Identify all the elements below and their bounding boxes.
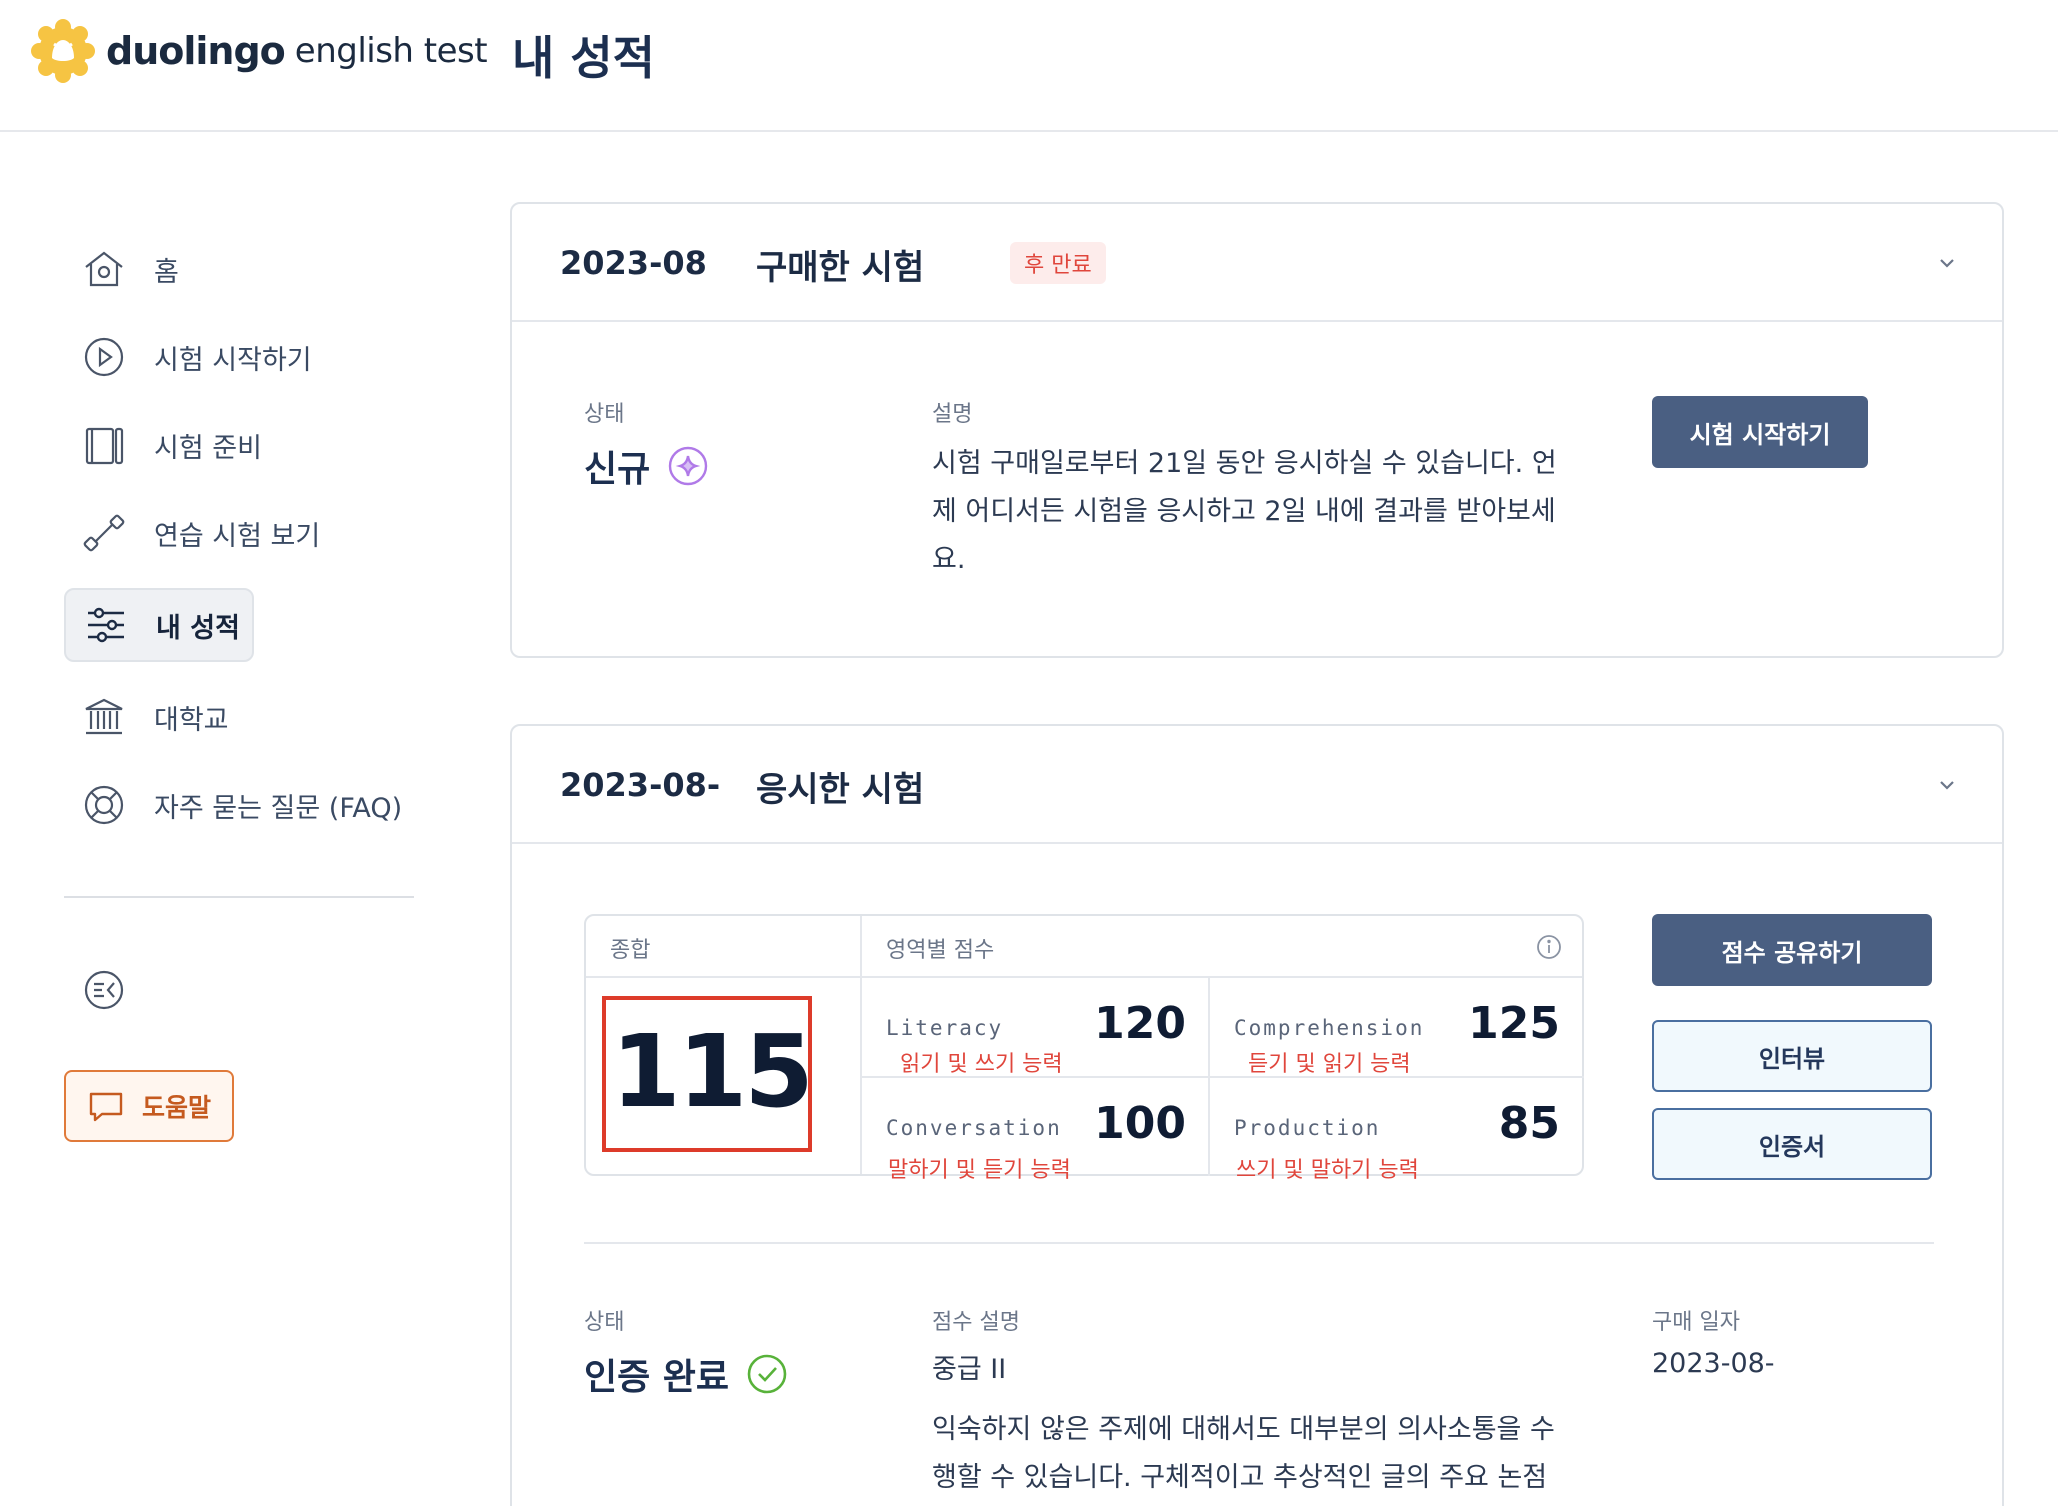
subscores-header: 영역별 점수 xyxy=(886,938,995,963)
status-value: 신규 xyxy=(584,440,710,492)
subscore-name: Comprehension xyxy=(1234,1016,1425,1040)
chevron-down-icon[interactable] xyxy=(1936,774,1958,796)
book-icon xyxy=(85,427,124,465)
divider xyxy=(860,916,862,1174)
subscore-value: 100 xyxy=(1094,1098,1186,1149)
subscore-name: Production xyxy=(1234,1116,1381,1140)
sparkle-icon xyxy=(669,446,708,486)
purchase-date-label: 구매 일자 xyxy=(1652,1310,1740,1335)
overall-score: 115 xyxy=(611,1013,814,1130)
score-level: 중급 II xyxy=(932,1354,1007,1385)
description-line: 시험 구매일로부터 21일 동안 응시하실 수 있습니다. 언 xyxy=(932,448,1557,479)
subscore-annotation: 읽기 및 쓰기 능력 xyxy=(900,1052,1063,1077)
help-button[interactable]: 도움말 xyxy=(64,1070,234,1142)
description-line: 익숙하지 않은 주제에 대해서도 대부분의 의사소통을 수 xyxy=(932,1414,1555,1445)
score-table: 종합 영역별 점수 115 Literacy 120 읽기 및 쓰기 능력 Co… xyxy=(584,914,1584,1183)
share-score-button[interactable]: 점수 공유하기 xyxy=(1652,914,1932,986)
subscore-annotation: 쓰기 및 말하기 능력 xyxy=(1236,1158,1419,1183)
status-label: 상태 xyxy=(584,1310,625,1335)
score-description-text: 익숙하지 않은 주제에 대해서도 대부분의 의사소통을 수 행할 수 있습니다.… xyxy=(932,1406,1612,1502)
status-value: 인증 완료 xyxy=(584,1348,789,1400)
description-label: 설명 xyxy=(932,402,973,427)
play-circle-icon xyxy=(84,337,124,377)
subscore-value: 125 xyxy=(1468,998,1560,1049)
chevron-down-icon[interactable] xyxy=(1936,252,1958,274)
purchased-test-card: 2023-08 구매한 시험 후 만료 상태 신규 설명 시험 구매일로부터 2… xyxy=(510,202,2004,658)
status-text: 신규 xyxy=(584,449,651,490)
description-line: 요. xyxy=(932,544,966,575)
sidebar-item-practice-test[interactable]: 연습 시험 보기 xyxy=(64,496,404,570)
purchased-card-header[interactable]: 2023-08 구매한 시험 후 만료 xyxy=(512,204,2002,322)
sidebar-item-universities[interactable]: 대학교 xyxy=(64,680,404,754)
interview-button[interactable]: 인터뷰 xyxy=(1652,1020,1932,1092)
sidebar-item-label: 내 성적 xyxy=(156,612,240,644)
subscore-annotation: 듣기 및 읽기 능력 xyxy=(1248,1052,1411,1077)
expiry-badge: 후 만료 xyxy=(1010,242,1106,284)
info-icon[interactable] xyxy=(1536,934,1562,960)
taken-date: 2023-08- xyxy=(560,766,721,804)
page-title: 내 성적 xyxy=(512,31,655,85)
taken-title: 응시한 시험 xyxy=(756,770,925,810)
subscore-value: 85 xyxy=(1498,1098,1560,1149)
purchased-date: 2023-08 xyxy=(560,244,707,282)
sidebar-item-my-results[interactable]: 내 성적 xyxy=(64,588,254,662)
description-line: 제 어디서든 시험을 응시하고 2일 내에 결과를 받아보세 xyxy=(932,496,1556,527)
description-line: 행할 수 있습니다. 구체적이고 추상적인 글의 주요 논점 xyxy=(932,1462,1548,1493)
help-label: 도움말 xyxy=(142,1093,212,1122)
description-text: 시험 구매일로부터 21일 동안 응시하실 수 있습니다. 언 제 어디서든 시… xyxy=(932,440,1612,584)
sidebar-item-label: 대학교 xyxy=(154,704,229,736)
purchased-title: 구매한 시험 xyxy=(756,248,925,288)
university-icon xyxy=(85,698,123,735)
certificate-button[interactable]: 인증서 xyxy=(1652,1108,1932,1180)
status-label: 상태 xyxy=(584,402,625,427)
status-text: 인증 완료 xyxy=(584,1357,730,1398)
sidebar-divider xyxy=(64,896,414,898)
subscore-name: Conversation xyxy=(886,1116,1062,1140)
check-circle-icon xyxy=(747,1354,787,1394)
duolingo-logo[interactable]: duolingo english test xyxy=(30,18,488,84)
sidebar-item-faq[interactable]: 자주 묻는 질문 (FAQ) xyxy=(64,768,404,842)
home-icon xyxy=(85,251,123,287)
overall-header: 종합 xyxy=(610,938,651,963)
sidebar-item-label: 시험 준비 xyxy=(154,432,262,464)
sidebar-item-label: 연습 시험 보기 xyxy=(154,520,321,552)
taken-test-card: 2023-08- 응시한 시험 종합 영역별 점수 115 Literacy 1… xyxy=(510,724,2004,1506)
subscore-annotation: 말하기 및 듣기 능력 xyxy=(888,1158,1071,1183)
sidebar-item-label: 홈 xyxy=(154,256,179,288)
sidebar-item-label: 시험 시작하기 xyxy=(154,344,312,376)
score-table-header xyxy=(586,916,1582,978)
lifebuoy-icon xyxy=(84,785,124,825)
subscore-value: 120 xyxy=(1094,998,1186,1049)
top-header: duolingo english test 내 성적 xyxy=(0,0,2058,132)
chat-bubble-icon xyxy=(89,1092,123,1122)
start-test-button[interactable]: 시험 시작하기 xyxy=(1652,396,1868,468)
subscore-name: Literacy xyxy=(886,1016,1004,1040)
brand-sub: english test xyxy=(294,31,488,71)
sidebar-item-home[interactable]: 홈 xyxy=(64,232,404,306)
score-description-label: 점수 설명 xyxy=(932,1310,1020,1335)
sliders-icon xyxy=(88,607,124,643)
sidebar-item-label: 자주 묻는 질문 (FAQ) xyxy=(154,792,403,824)
dumbbell-icon xyxy=(83,514,125,552)
sidebar-item-start-test[interactable]: 시험 시작하기 xyxy=(64,320,404,394)
section-divider xyxy=(584,1242,1934,1244)
brand-word: duolingo xyxy=(106,29,286,73)
collapse-sidebar-icon[interactable] xyxy=(82,968,126,1012)
sidebar-item-test-prep[interactable]: 시험 준비 xyxy=(64,408,404,482)
purchase-date: 2023-08- xyxy=(1652,1348,1775,1379)
duolingo-owl-logo-icon xyxy=(31,19,95,83)
taken-card-header[interactable]: 2023-08- 응시한 시험 xyxy=(512,726,2002,844)
